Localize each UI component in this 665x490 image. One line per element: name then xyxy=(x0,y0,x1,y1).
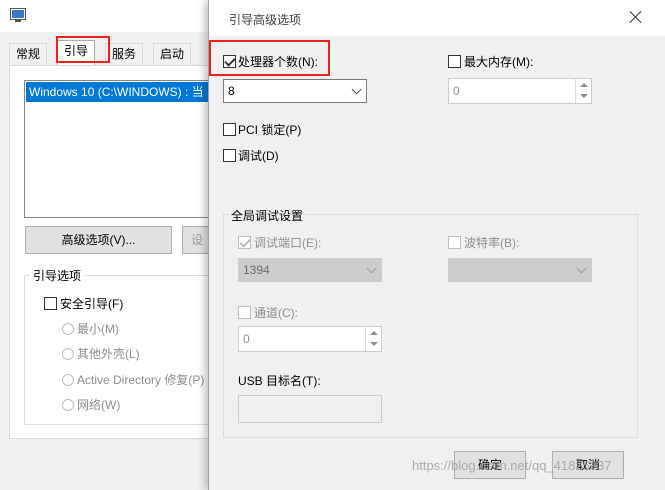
spin-down-icon xyxy=(370,342,378,346)
radio-minimal-label: 最小(M) xyxy=(77,322,119,336)
debug-port-value: 1394 xyxy=(243,263,270,277)
radio-alternate-shell-label: 其他外壳(L) xyxy=(77,347,140,361)
pci-lock-label: PCI 锁定(P) xyxy=(238,123,302,137)
max-memory-label: 最大内存(M): xyxy=(464,55,534,69)
num-processors-value: 8 xyxy=(228,84,235,98)
os-listbox[interactable]: Windows 10 (C:\WINDOWS) : 当 xyxy=(24,80,214,218)
usb-target-label: USB 目标名(T): xyxy=(238,374,321,388)
advanced-boot-options-dialog: 引导高级选项 处理器个数(N): 8 最大内存(M): 0 PCI 锁定(P) … xyxy=(208,0,665,490)
channel-value: 0 xyxy=(243,332,250,346)
radio-ad-repair-label: Active Directory 修复(P) xyxy=(77,373,205,387)
radio-network-label: 网络(W) xyxy=(77,398,121,412)
radio-minimal[interactable] xyxy=(62,323,74,335)
baud-rate-select[interactable] xyxy=(448,258,592,282)
channel-spinner[interactable]: 0 xyxy=(238,326,382,352)
safe-boot-label: 安全引导(F) xyxy=(60,297,124,311)
ok-button[interactable]: 确定 xyxy=(454,451,526,479)
debug-port-label: 调试端口(E): xyxy=(254,236,322,250)
spinner-buttons[interactable] xyxy=(575,79,591,103)
close-icon[interactable] xyxy=(627,9,645,27)
boot-options-group-label: 引导选项 xyxy=(30,267,85,284)
num-processors-checkbox[interactable] xyxy=(223,55,236,68)
radio-ad-repair[interactable] xyxy=(62,374,74,386)
tab-services[interactable]: 服务 xyxy=(105,43,144,65)
usb-target-input[interactable] xyxy=(238,395,382,423)
debug-label: 调试(D) xyxy=(238,149,279,163)
spin-up-icon xyxy=(580,83,588,87)
chevron-down-icon xyxy=(351,84,362,95)
spinner-buttons[interactable] xyxy=(365,327,381,351)
dialog-titlebar: 引导高级选项 xyxy=(209,0,665,36)
chevron-down-icon xyxy=(576,263,587,274)
num-processors-label: 处理器个数(N): xyxy=(238,55,318,69)
spin-down-icon xyxy=(580,94,588,98)
debug-port-select[interactable]: 1394 xyxy=(238,258,382,282)
max-memory-value: 0 xyxy=(453,84,460,98)
os-list-item[interactable]: Windows 10 (C:\WINDOWS) : 当 xyxy=(26,82,213,102)
num-processors-select[interactable]: 8 xyxy=(223,79,367,103)
dialog-title: 引导高级选项 xyxy=(229,13,302,27)
max-memory-checkbox[interactable] xyxy=(448,55,461,68)
pci-lock-checkbox[interactable] xyxy=(223,123,236,136)
app-icon xyxy=(10,8,26,22)
cancel-button[interactable]: 取消 xyxy=(552,451,624,479)
tab-general[interactable]: 常规 xyxy=(9,43,48,65)
tab-startup[interactable]: 启动 xyxy=(153,43,192,65)
baud-rate-checkbox[interactable] xyxy=(448,236,461,249)
chevron-down-icon xyxy=(366,263,377,274)
max-memory-spinner[interactable]: 0 xyxy=(448,78,592,104)
debug-port-checkbox[interactable] xyxy=(238,236,251,249)
baud-rate-label: 波特率(B): xyxy=(464,236,520,250)
safe-boot-checkbox[interactable] xyxy=(44,297,57,310)
radio-alternate-shell[interactable] xyxy=(62,348,74,360)
global-debug-group-label: 全局调试设置 xyxy=(229,207,306,224)
tab-boot[interactable]: 引导 xyxy=(57,40,96,66)
debug-checkbox[interactable] xyxy=(223,149,236,162)
advanced-options-button[interactable]: 高级选项(V)... xyxy=(25,226,172,254)
channel-checkbox[interactable] xyxy=(238,306,251,319)
channel-label: 通道(C): xyxy=(254,306,298,320)
spin-up-icon xyxy=(370,331,378,335)
radio-network[interactable] xyxy=(62,399,74,411)
